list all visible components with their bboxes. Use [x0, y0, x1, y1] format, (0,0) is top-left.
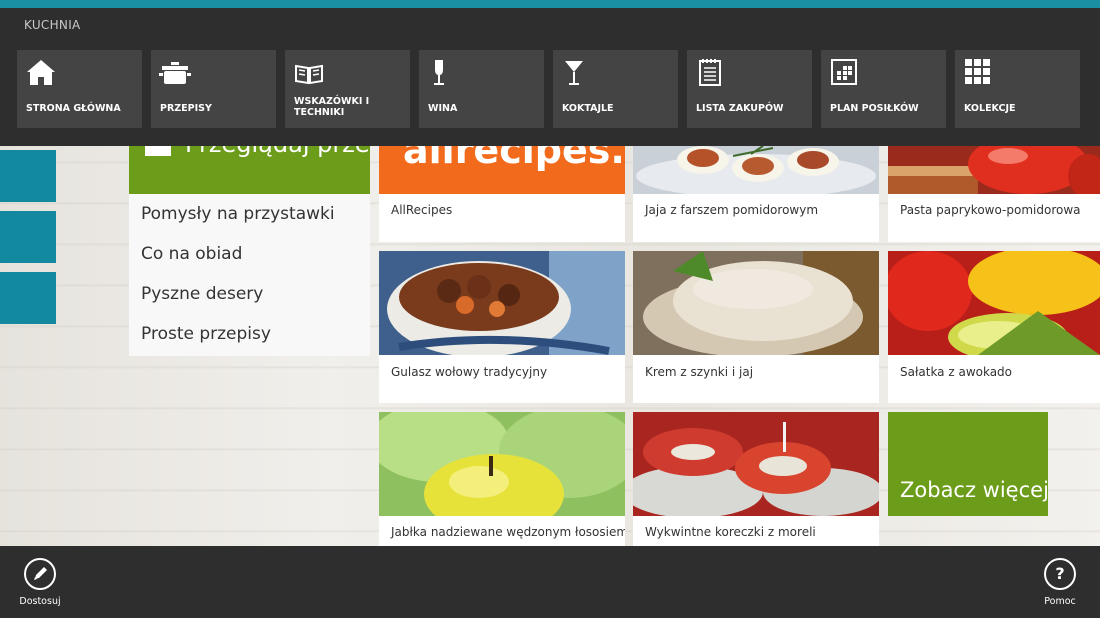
browse-item-appetizers[interactable]: Pomysły na przystawki	[129, 194, 370, 234]
book-icon	[295, 64, 323, 85]
browse-list: Pomysły na przystawki Co na obiad Pyszne…	[129, 194, 370, 356]
recipe-tile-stuffed-eggs[interactable]: Jaja z farszem pomidorowym	[633, 146, 879, 242]
accent-bar	[0, 0, 1100, 8]
recipe-caption: Jaja z farszem pomidorowym	[645, 203, 819, 217]
avocado-salad-image	[888, 251, 1100, 355]
side-tile[interactable]	[0, 211, 56, 263]
recipe-image	[379, 412, 625, 516]
help-circle: ?	[1044, 558, 1076, 590]
calendar-grid-icon	[831, 59, 857, 85]
nav-label: KOKTAJLE	[562, 103, 614, 114]
collection-grid-icon	[965, 59, 990, 84]
ham-cream-image	[633, 251, 879, 355]
goulash-image	[379, 251, 625, 355]
pot-icon	[159, 62, 191, 84]
recipe-caption: Jabłka nadziewane wędzonym łososiem	[391, 525, 625, 539]
nav-label: LISTA ZAKUPÓW	[696, 103, 784, 114]
nav-label: KOLEKCJE	[964, 103, 1016, 114]
browse-item-simple[interactable]: Proste przepisy	[129, 314, 370, 354]
cocktail-icon	[565, 61, 583, 85]
recipe-tile-pepper-paste[interactable]: Pasta paprykowo-pomidorowa	[888, 146, 1100, 242]
browse-header-title: Przeglądaj przepisy	[185, 146, 370, 158]
browse-item-dinner[interactable]: Co na obiad	[129, 234, 370, 274]
see-more-label: Zobacz więcej	[900, 478, 1049, 502]
nav-label: WSKAZÓWKI I TECHNIKI	[294, 96, 370, 118]
recipe-image	[379, 251, 625, 355]
app-title: KUCHNIA	[24, 18, 81, 32]
pencil-icon	[34, 567, 47, 580]
browse-item-desserts[interactable]: Pyszne desery	[129, 274, 370, 314]
logo-text: allrecipes.com	[403, 146, 625, 172]
recipe-tile-goulash[interactable]: Gulasz wołowy tradycyjny	[379, 251, 625, 403]
recipe-caption: Sałatka z awokado	[900, 365, 1013, 379]
customize-label: Dostosuj	[19, 596, 61, 607]
nav-cocktails[interactable]: KOKTAJLE	[553, 50, 678, 128]
top-nav-bar: KUCHNIA STRONA GŁÓWNA PRZEPISY WSKAZÓWKI…	[0, 8, 1100, 146]
customize-button[interactable]: Dostosuj	[10, 558, 70, 614]
recipe-image	[888, 146, 1100, 194]
recipe-caption: Pasta paprykowo-pomidorowa	[900, 203, 1081, 217]
allrecipes-logo: allrecipes.com	[379, 146, 625, 194]
nav-label: PLAN POSIŁKÓW	[830, 103, 919, 114]
nav-label: STRONA GŁÓWNA	[26, 103, 121, 114]
notepad-icon	[699, 59, 721, 86]
browse-header[interactable]: Przeglądaj przepisy	[129, 146, 370, 194]
nav-tiles: STRONA GŁÓWNA PRZEPISY WSKAZÓWKI I TECHN…	[17, 50, 1089, 128]
side-tile[interactable]	[0, 150, 56, 202]
nav-meal-plan[interactable]: PLAN POSIŁKÓW	[821, 50, 946, 128]
recipe-tile-stuffed-apples[interactable]: Jabłka nadziewane wędzonym łososiem	[379, 412, 625, 546]
recipe-caption: Krem z szynki i jaj	[645, 365, 754, 379]
help-label: Pomoc	[1044, 596, 1076, 607]
apricot-canapes-image	[633, 412, 879, 516]
recipe-image	[888, 251, 1100, 355]
nav-wines[interactable]: WINA	[419, 50, 544, 128]
recipe-tile-ham-cream[interactable]: Krem z szynki i jaj	[633, 251, 879, 403]
recipe-caption: Gulasz wołowy tradycyjny	[391, 365, 548, 379]
pepper-paste-image	[888, 146, 1100, 194]
recipe-image	[633, 412, 879, 516]
recipe-tile-apricot-canapes[interactable]: Wykwintne koreczki z moreli	[633, 412, 879, 546]
question-icon: ?	[1055, 564, 1065, 583]
nav-label: WINA	[428, 103, 458, 114]
stuffed-eggs-image	[633, 146, 879, 194]
recipe-caption: AllRecipes	[391, 203, 453, 217]
side-tile[interactable]	[0, 272, 56, 324]
stuffed-apples-image	[379, 412, 625, 516]
wine-glass-icon	[434, 60, 444, 85]
nav-tips[interactable]: WSKAZÓWKI I TECHNIKI	[285, 50, 410, 128]
bottom-app-bar: Dostosuj ? Pomoc	[0, 546, 1100, 618]
see-more-tile[interactable]: Zobacz więcej	[888, 412, 1049, 516]
recipe-tile-avocado-salad[interactable]: Sałatka z awokado	[888, 251, 1100, 403]
nav-home[interactable]: STRONA GŁÓWNA	[17, 50, 142, 128]
customize-circle	[24, 558, 56, 590]
recipe-caption: Wykwintne koreczki z moreli	[645, 525, 816, 539]
help-button[interactable]: ? Pomoc	[1030, 558, 1090, 614]
nav-recipes[interactable]: PRZEPISY	[151, 50, 276, 128]
nav-collections[interactable]: KOLEKCJE	[955, 50, 1080, 128]
recipe-image	[633, 251, 879, 355]
home-icon	[27, 60, 55, 85]
recipe-tile-allrecipes[interactable]: allrecipes.com AllRecipes	[379, 146, 625, 242]
nav-shopping-list[interactable]: LISTA ZAKUPÓW	[687, 50, 812, 128]
nav-label: PRZEPISY	[160, 103, 212, 114]
pot-icon	[145, 146, 171, 156]
recipe-image	[633, 146, 879, 194]
